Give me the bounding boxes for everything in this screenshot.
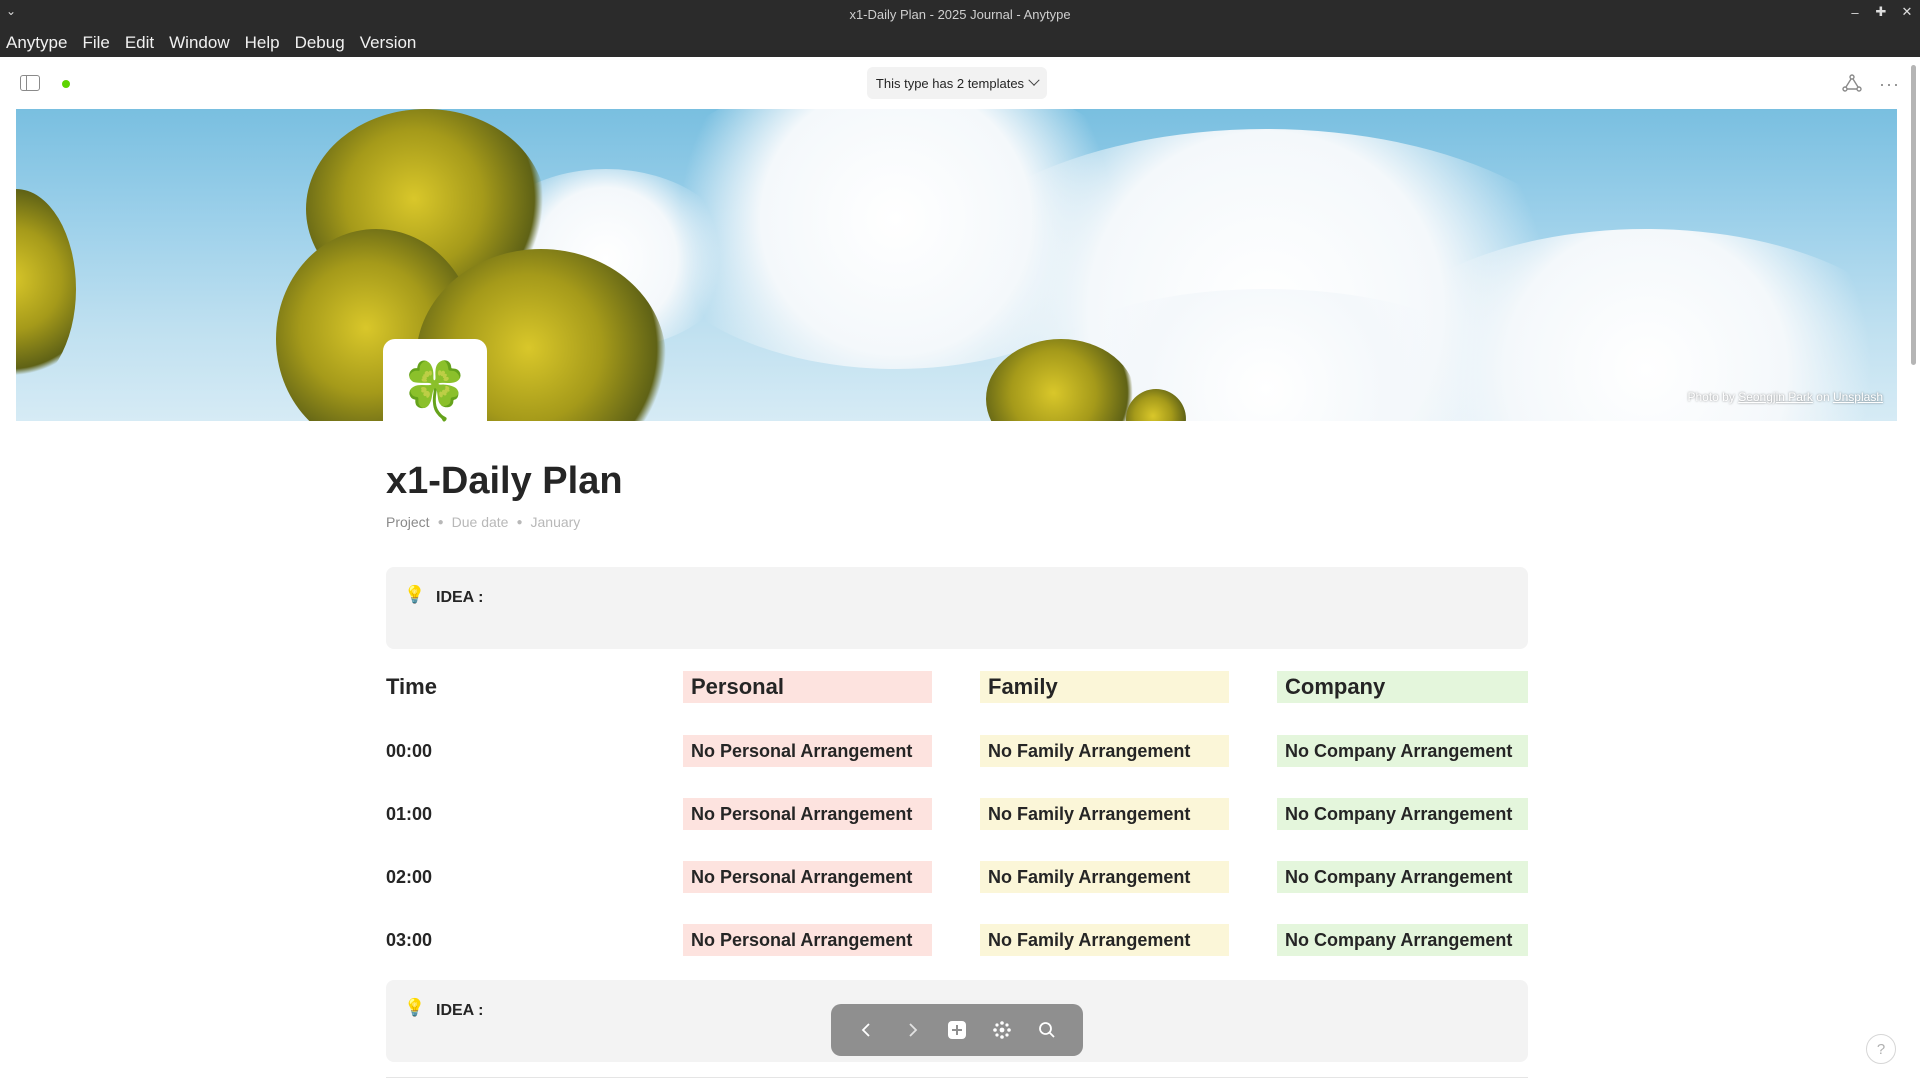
forward-icon[interactable]	[899, 1017, 925, 1043]
divider	[386, 1077, 1528, 1078]
menu-help[interactable]: Help	[245, 33, 288, 53]
sidebar-toggle-icon[interactable]	[20, 75, 40, 91]
chevron-down-icon	[1028, 74, 1040, 86]
header-company[interactable]: Company	[1277, 671, 1528, 703]
credit-source-link[interactable]: Unsplash	[1833, 390, 1883, 404]
window-titlebar: ⌄ x1-Daily Plan - 2025 Journal - Anytype…	[0, 0, 1920, 29]
table-row: 03:00 No Personal Arrangement No Family …	[386, 924, 1528, 956]
time-cell[interactable]: 02:00	[386, 861, 666, 893]
menu-window[interactable]: Window	[169, 33, 237, 53]
family-cell[interactable]: No Family Arrangement	[980, 924, 1229, 956]
callout-text[interactable]: IDEA :	[436, 589, 483, 607]
idea-callout[interactable]: 💡 IDEA :	[386, 567, 1528, 649]
credit-on: on	[1816, 390, 1830, 404]
cover-image[interactable]: Photo by Seongjin Park on Unsplash	[16, 109, 1897, 421]
minimize-icon[interactable]: –	[1848, 5, 1862, 20]
window-title: x1-Daily Plan - 2025 Journal - Anytype	[849, 7, 1071, 22]
maximize-icon[interactable]: ✚	[1874, 4, 1888, 19]
header-family[interactable]: Family	[980, 671, 1229, 703]
separator-dot: ●	[516, 516, 523, 528]
personal-cell[interactable]: No Personal Arrangement	[683, 924, 932, 956]
graph-icon[interactable]	[1842, 74, 1862, 92]
page-header: This type has 2 templates ···	[0, 57, 1920, 109]
help-button[interactable]: ?	[1866, 1034, 1896, 1064]
header-time[interactable]: Time	[386, 671, 666, 703]
family-cell[interactable]: No Family Arrangement	[980, 735, 1229, 767]
menu-anytype[interactable]: Anytype	[6, 33, 75, 53]
back-icon[interactable]	[854, 1017, 880, 1043]
table-row: 00:00 No Personal Arrangement No Family …	[386, 735, 1528, 767]
company-cell[interactable]: No Company Arrangement	[1277, 861, 1528, 893]
plus-icon[interactable]	[944, 1017, 970, 1043]
family-cell[interactable]: No Family Arrangement	[980, 798, 1229, 830]
relation-type[interactable]: Project	[386, 514, 430, 530]
time-cell[interactable]: 01:00	[386, 798, 666, 830]
menu-debug[interactable]: Debug	[295, 33, 353, 53]
header-personal[interactable]: Personal	[683, 671, 932, 703]
time-cell[interactable]: 00:00	[386, 735, 666, 767]
featured-relations: Project ● Due date ● January	[386, 514, 580, 530]
window-controls: – ✚ ✕	[1848, 4, 1914, 20]
page-title[interactable]: x1-Daily Plan	[386, 460, 623, 503]
search-icon[interactable]	[1034, 1017, 1060, 1043]
menu-file[interactable]: File	[82, 33, 117, 53]
company-cell[interactable]: No Company Arrangement	[1277, 798, 1528, 830]
page-icon[interactable]: 🍀	[383, 339, 487, 443]
table-row: 01:00 No Personal Arrangement No Family …	[386, 798, 1528, 830]
more-options-icon[interactable]: ···	[1879, 75, 1900, 93]
personal-cell[interactable]: No Personal Arrangement	[683, 798, 932, 830]
table-header-row: Time Personal Family Company	[386, 671, 1528, 703]
menu-edit[interactable]: Edit	[125, 33, 162, 53]
cover-credit: Photo by Seongjin Park on Unsplash	[1687, 390, 1883, 404]
sync-status-icon[interactable]	[62, 80, 70, 88]
relation-due-date[interactable]: Due date	[452, 514, 509, 530]
personal-cell[interactable]: No Personal Arrangement	[683, 861, 932, 893]
menu-version[interactable]: Version	[360, 33, 425, 53]
menu-bar: Anytype File Edit Window Help Debug Vers…	[0, 29, 1920, 57]
separator-dot: ●	[437, 516, 444, 528]
family-cell[interactable]: No Family Arrangement	[980, 861, 1229, 893]
floating-navbar	[831, 1004, 1083, 1056]
callout-text[interactable]: IDEA :	[436, 1002, 483, 1020]
lightbulb-icon[interactable]: 💡	[404, 998, 425, 1018]
graph-icon[interactable]	[989, 1017, 1015, 1043]
personal-cell[interactable]: No Personal Arrangement	[683, 735, 932, 767]
company-cell[interactable]: No Company Arrangement	[1277, 924, 1528, 956]
relation-month[interactable]: January	[531, 514, 581, 530]
close-icon[interactable]: ✕	[1900, 4, 1914, 19]
template-selector-button[interactable]: This type has 2 templates	[867, 67, 1047, 99]
lightbulb-icon[interactable]: 💡	[404, 585, 425, 605]
scrollbar[interactable]	[1911, 65, 1916, 365]
company-cell[interactable]: No Company Arrangement	[1277, 735, 1528, 767]
credit-author-link[interactable]: Seongjin Park	[1738, 390, 1813, 404]
time-cell[interactable]: 03:00	[386, 924, 666, 956]
cover-tree	[16, 189, 76, 389]
template-selector-label: This type has 2 templates	[875, 75, 1025, 91]
credit-prefix: Photo by	[1687, 390, 1735, 404]
table-row: 02:00 No Personal Arrangement No Family …	[386, 861, 1528, 893]
